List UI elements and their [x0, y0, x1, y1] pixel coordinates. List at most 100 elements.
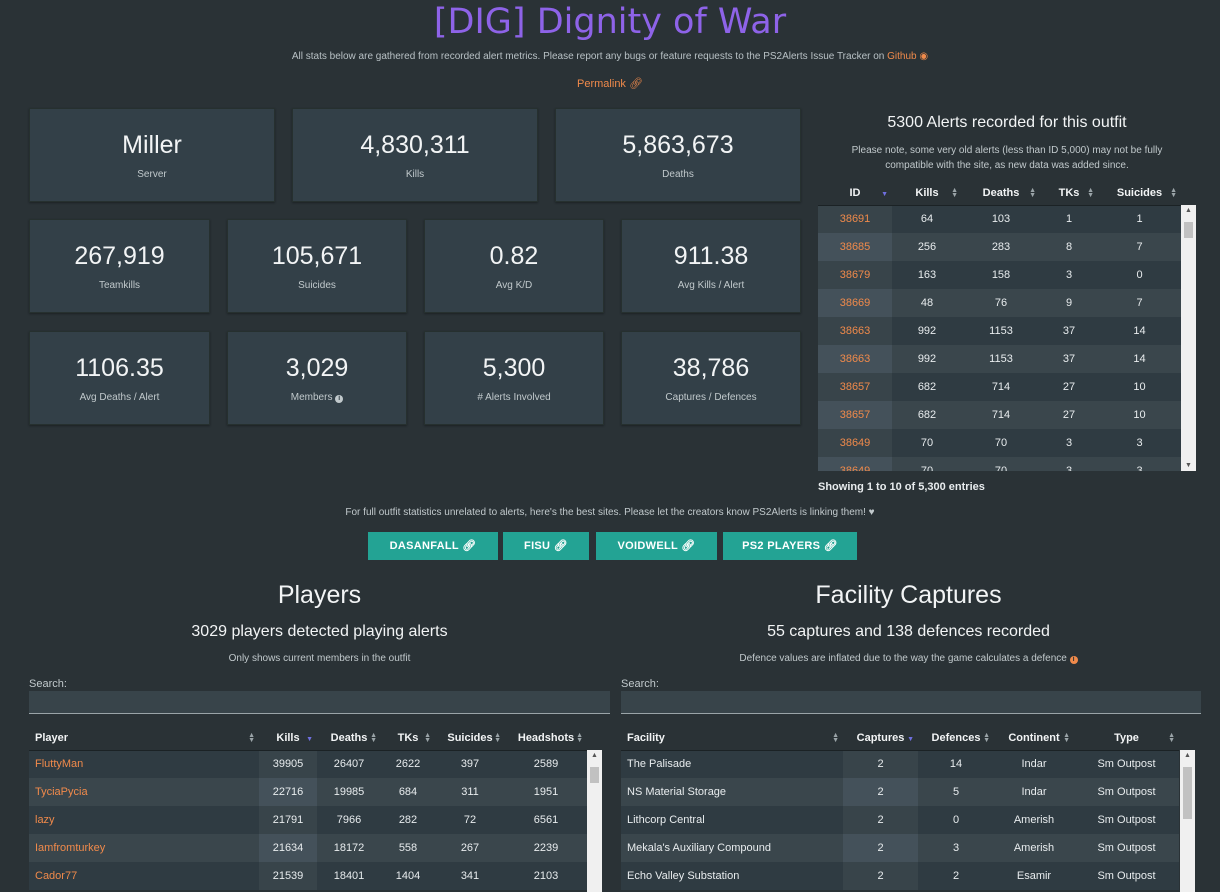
col-header-deaths[interactable]: Deaths ▲ ▼ — [317, 726, 381, 751]
col-label: Kills — [276, 731, 300, 744]
players-title: Players — [277, 581, 362, 609]
stat-label: Deaths — [662, 169, 694, 180]
cell-defences: 3 — [918, 834, 994, 862]
table-row: lazy 21791 7966 282 72 6561 — [29, 806, 587, 834]
cell-tks: 3 — [1040, 457, 1098, 471]
col-header-facility[interactable]: Facility ▲ ▼ — [621, 726, 843, 751]
alerts-scrollbar[interactable]: ▲ ▼ — [1181, 205, 1196, 471]
table-row: Mekala's Auxiliary Compound 2 3 Amerish Sm O… — [621, 834, 1179, 862]
cell-deaths: 76 — [962, 289, 1040, 317]
fisu-button[interactable]: FISU 🔗︎ — [503, 532, 589, 560]
heart-icon: ♥ — [868, 507, 875, 518]
ps2players-button[interactable]: PS2 PLAYERS 🔗︎ — [723, 532, 857, 560]
table-row: 38679 163 158 3 0 — [818, 261, 1181, 289]
permalink-link[interactable]: Permalink 🔗︎ — [577, 78, 643, 90]
cell-alert-id[interactable]: 38649 — [818, 429, 892, 457]
col-header-captures[interactable]: Captures ▼ — [843, 726, 918, 751]
players-search-input[interactable] — [29, 691, 610, 714]
cell-tks: 8 — [1040, 233, 1098, 261]
cell-alert-id[interactable]: 38685 — [818, 233, 892, 261]
col-header-deaths[interactable]: Deaths ▲ ▼ — [962, 181, 1040, 206]
cell-kills: 39905 — [259, 750, 317, 778]
cell-alert-id[interactable]: 38669 — [818, 289, 892, 317]
col-label: Headshots — [517, 731, 575, 744]
cell-alert-id[interactable]: 38657 — [818, 401, 892, 429]
col-header-defences[interactable]: Defences ▲ ▼ — [918, 726, 994, 751]
stat-card-avg-kd: 0.82 Avg K/D — [424, 219, 604, 313]
cell-player[interactable]: TyciaPycia — [29, 778, 259, 806]
col-label: Suicides — [1116, 186, 1163, 199]
col-header-kills[interactable]: Kills ▲ ▼ — [892, 181, 962, 206]
sort-icon: ▲ ▼ — [370, 732, 377, 744]
stat-value: 105,671 — [271, 242, 363, 270]
cell-captures: 2 — [843, 806, 918, 834]
col-header-id[interactable]: ID ▼ — [818, 181, 892, 206]
col-header-kills[interactable]: Kills ▼ — [259, 726, 317, 751]
scroll-up-icon[interactable]: ▲ — [1181, 207, 1196, 214]
cell-kills: 22716 — [259, 778, 317, 806]
facilities-scrollbar[interactable]: ▲ — [1180, 750, 1195, 892]
cell-kills: 992 — [892, 345, 962, 373]
cell-deaths: 19985 — [317, 778, 381, 806]
table-row: Iamfromturkey 21634 18172 558 267 2239 — [29, 834, 587, 862]
scroll-thumb[interactable] — [590, 767, 599, 783]
col-header-tks[interactable]: TKs ▲ ▼ — [1040, 181, 1098, 206]
cell-suicides: 1 — [1098, 205, 1181, 233]
scroll-up-icon[interactable]: ▲ — [1180, 752, 1195, 759]
cell-player[interactable]: Cador77 — [29, 862, 259, 890]
cell-player[interactable]: Iamfromturkey — [29, 834, 259, 862]
col-header-continent[interactable]: Continent ▲ ▼ — [994, 726, 1074, 751]
cell-deaths: 283 — [962, 233, 1040, 261]
cell-alert-id[interactable]: 38649 — [818, 457, 892, 471]
stat-label: Captures / Defences — [665, 392, 757, 403]
col-header-tks[interactable]: TKs ▲ ▼ — [381, 726, 435, 751]
cell-headshots: 2589 — [505, 750, 587, 778]
cell-kills: 682 — [892, 373, 962, 401]
info-icon[interactable]: i — [1069, 656, 1078, 664]
cell-tks: 37 — [1040, 317, 1098, 345]
cell-tks: 27 — [1040, 401, 1098, 429]
cell-defences: 2 — [918, 862, 994, 890]
facilities-header-row: Facility ▲ ▼ Captures ▼ Defences ▲ ▼ Continen… — [621, 726, 1179, 751]
scroll-down-icon[interactable]: ▼ — [1181, 462, 1196, 469]
col-label: ID — [849, 186, 861, 199]
cell-facility: Echo Valley Substation — [621, 862, 843, 890]
cell-suicides: 7 — [1098, 289, 1181, 317]
github-link[interactable]: Github ◉ — [887, 51, 928, 62]
stat-value: 0.82 — [489, 242, 539, 270]
col-header-suicides[interactable]: Suicides ▲ ▼ — [435, 726, 505, 751]
facilities-subtitle: 55 captures and 138 defences recorded — [767, 623, 1050, 640]
cell-player[interactable]: lazy — [29, 806, 259, 834]
scroll-up-icon[interactable]: ▲ — [587, 752, 602, 759]
col-header-player[interactable]: Player ▲ ▼ — [29, 726, 259, 751]
scroll-thumb[interactable] — [1183, 767, 1192, 819]
cell-continent: Indar — [994, 778, 1074, 806]
scroll-thumb[interactable] — [1184, 222, 1193, 238]
alerts-table-body: 38691 64 103 1 1 38685 256 283 8 7 38679 163 158 3 0 38… — [818, 205, 1181, 471]
button-label: DASANFALL — [389, 540, 459, 552]
players-scrollbar[interactable]: ▲ — [587, 750, 602, 892]
table-row: 38691 64 103 1 1 — [818, 205, 1181, 233]
cell-facility: NS Material Storage — [621, 778, 843, 806]
col-header-suicides[interactable]: Suicides ▲ ▼ — [1098, 181, 1181, 206]
cell-alert-id[interactable]: 38657 — [818, 373, 892, 401]
col-label: TKs — [397, 731, 419, 744]
col-header-type[interactable]: Type ▲ ▼ — [1074, 726, 1179, 751]
cell-tks: 1 — [1040, 205, 1098, 233]
alerts-heading: 5300 Alerts recorded for this outfit — [887, 114, 1127, 131]
stat-card-kills: 4,830,311 Kills — [292, 108, 538, 202]
cell-alert-id[interactable]: 38679 — [818, 261, 892, 289]
stat-value: 1106.35 — [75, 354, 164, 382]
dasanfall-button[interactable]: DASANFALL 🔗︎ — [368, 532, 498, 560]
facilities-search-input[interactable] — [621, 691, 1201, 714]
info-icon[interactable]: i — [335, 395, 344, 403]
cell-alert-id[interactable]: 38663 — [818, 317, 892, 345]
cell-alert-id[interactable]: 38691 — [818, 205, 892, 233]
cell-kills: 163 — [892, 261, 962, 289]
cell-kills: 48 — [892, 289, 962, 317]
cell-player[interactable]: FluttyMan — [29, 750, 259, 778]
sort-desc-icon: ▼ — [306, 736, 313, 743]
col-header-headshots[interactable]: Headshots ▲ ▼ — [505, 726, 587, 751]
cell-alert-id[interactable]: 38663 — [818, 345, 892, 373]
voidwell-button[interactable]: VOIDWELL 🔗︎ — [596, 532, 717, 560]
